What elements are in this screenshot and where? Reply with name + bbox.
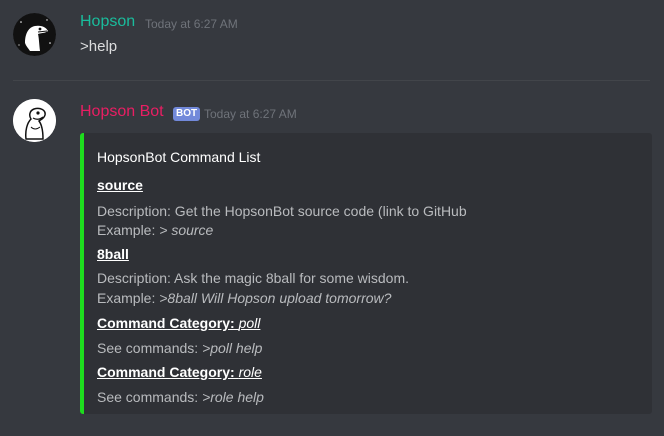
category-heading: Command Category: role bbox=[97, 364, 262, 380]
field-description: Description: Ask the magic 8ball for som… bbox=[97, 270, 410, 286]
field-example: Example: >8ball Will Hopson upload tomor… bbox=[97, 290, 391, 306]
field-name: source bbox=[97, 177, 143, 193]
see-label: See commands: bbox=[97, 340, 203, 356]
category-label: Command Category bbox=[97, 315, 231, 331]
see-label: See commands: bbox=[97, 389, 203, 405]
category-sep: : bbox=[230, 315, 239, 331]
category-value: poll bbox=[238, 315, 261, 331]
username[interactable]: Hopson Bot bbox=[80, 103, 164, 121]
bot-tag-badge: BOT bbox=[173, 107, 201, 121]
message-text: >help bbox=[80, 38, 118, 55]
avatar[interactable] bbox=[13, 13, 56, 56]
message-hopson: Hopson Today at 6:27 AM >help bbox=[0, 0, 664, 80]
example-value: > source bbox=[159, 222, 214, 238]
embed: HopsonBot Command List source Descriptio… bbox=[80, 133, 652, 414]
dinosaur-avatar-icon bbox=[13, 99, 56, 142]
field-name: 8ball bbox=[97, 246, 129, 262]
see-commands: See commands: >poll help bbox=[97, 340, 262, 356]
username[interactable]: Hopson bbox=[80, 13, 135, 31]
see-commands: See commands: >role help bbox=[97, 389, 264, 405]
field-example: Example: > source bbox=[97, 222, 213, 238]
dinosaur-avatar-icon bbox=[13, 13, 56, 56]
example-label: Example: bbox=[97, 222, 160, 238]
see-value: >poll help bbox=[202, 340, 263, 356]
embed-title: HopsonBot Command List bbox=[97, 149, 261, 165]
avatar[interactable] bbox=[13, 99, 56, 142]
category-label: Command Category bbox=[97, 364, 231, 380]
example-label: Example: bbox=[97, 290, 160, 306]
category-heading: Command Category: poll bbox=[97, 315, 260, 331]
timestamp: Today at 6:27 AM bbox=[145, 17, 238, 31]
see-value: >role help bbox=[202, 389, 264, 405]
embed-accent-bar bbox=[80, 133, 84, 414]
category-sep: : bbox=[230, 364, 239, 380]
timestamp: Today at 6:27 AM bbox=[204, 107, 297, 121]
field-description: Description: Get the HopsonBot source co… bbox=[97, 203, 467, 219]
category-value: role bbox=[238, 364, 262, 380]
example-value: >8ball Will Hopson upload tomorrow? bbox=[159, 290, 392, 306]
